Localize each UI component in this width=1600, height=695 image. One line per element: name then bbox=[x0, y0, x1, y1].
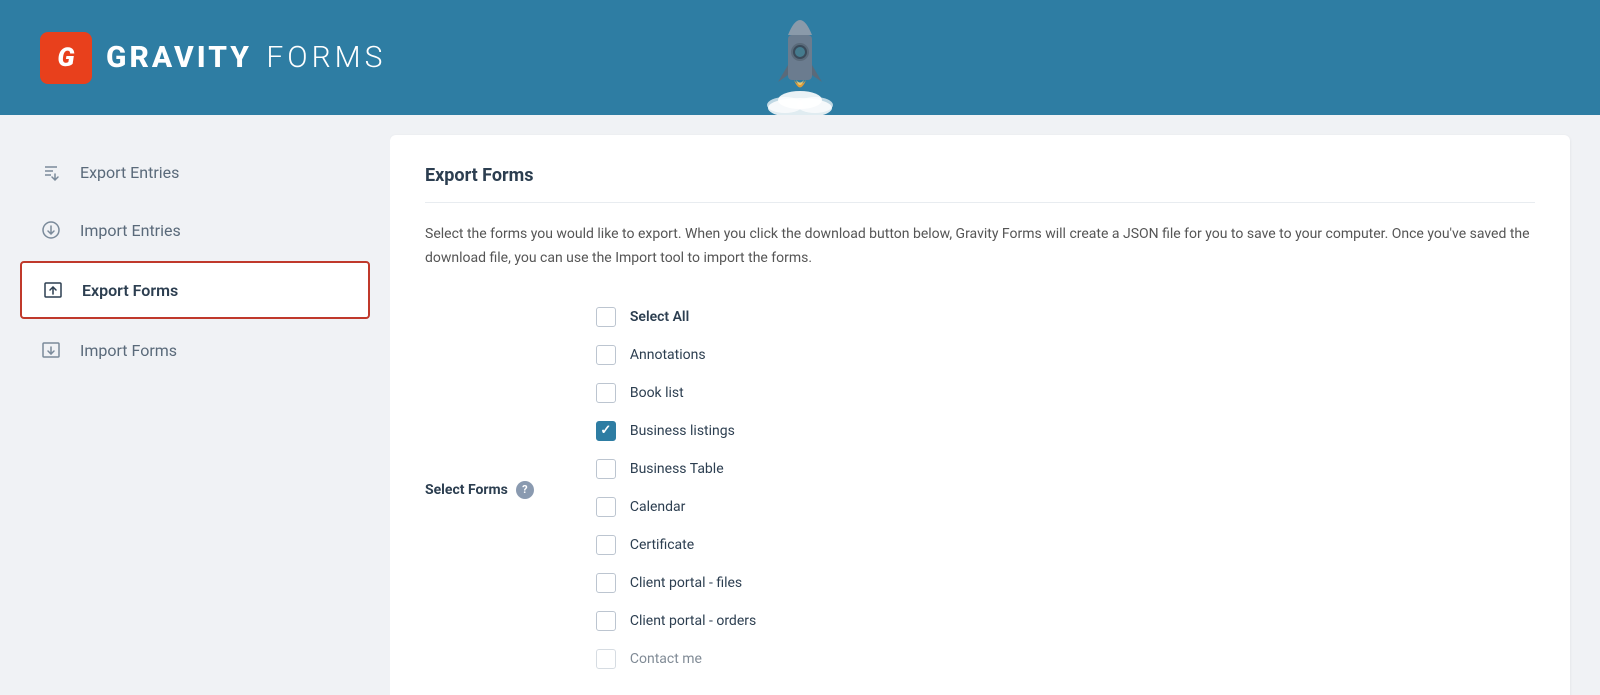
logo-icon: G bbox=[40, 32, 92, 84]
form-label-business-listings: Business listings bbox=[630, 423, 735, 439]
help-icon[interactable]: ? bbox=[516, 481, 534, 499]
checkbox-calendar[interactable] bbox=[596, 497, 616, 517]
form-item-certificate[interactable]: Certificate bbox=[594, 529, 758, 561]
checkbox-select-all[interactable] bbox=[596, 307, 616, 327]
checkbox-book-list[interactable] bbox=[596, 383, 616, 403]
form-label-calendar: Calendar bbox=[630, 499, 686, 515]
form-item-client-portal-files[interactable]: Client portal - files bbox=[594, 567, 758, 599]
import-forms-icon bbox=[40, 339, 62, 361]
sidebar: Export Entries Import Entries Export For… bbox=[0, 115, 390, 695]
logo-text: GRAVITY FORMS bbox=[106, 40, 386, 75]
sidebar-item-export-forms[interactable]: Export Forms bbox=[20, 261, 370, 319]
sidebar-label-export-forms: Export Forms bbox=[82, 281, 178, 300]
sidebar-item-import-entries[interactable]: Import Entries bbox=[20, 203, 370, 257]
checkbox-business-listings[interactable] bbox=[596, 421, 616, 441]
checkbox-client-portal-files[interactable] bbox=[596, 573, 616, 593]
content-panel: Export Forms Select the forms you would … bbox=[390, 135, 1570, 695]
checkbox-certificate[interactable] bbox=[596, 535, 616, 555]
export-entries-icon bbox=[40, 161, 62, 183]
form-item-client-portal-orders[interactable]: Client portal - orders bbox=[594, 605, 758, 637]
form-label-certificate: Certificate bbox=[630, 537, 694, 553]
forms-list: Select All Annotations Book list bbox=[594, 301, 758, 675]
logo-light: FORMS bbox=[266, 40, 386, 75]
select-forms-section: Select Forms ? Select All Annotations bbox=[425, 301, 1535, 675]
main-layout: Export Entries Import Entries Export For… bbox=[0, 115, 1600, 695]
sidebar-label-import-forms: Import Forms bbox=[80, 341, 177, 360]
rocket-svg bbox=[750, 0, 850, 115]
select-forms-label: Select Forms ? bbox=[425, 301, 534, 675]
import-entries-icon bbox=[40, 219, 62, 241]
form-item-annotations[interactable]: Annotations bbox=[594, 339, 758, 371]
sidebar-item-import-forms[interactable]: Import Forms bbox=[20, 323, 370, 377]
rocket-illustration bbox=[720, 0, 880, 115]
form-item-calendar[interactable]: Calendar bbox=[594, 491, 758, 523]
form-label-client-portal-orders: Client portal - orders bbox=[630, 613, 756, 629]
form-item-select-all[interactable]: Select All bbox=[594, 301, 758, 333]
form-label-client-portal-files: Client portal - files bbox=[630, 575, 742, 591]
checkbox-annotations[interactable] bbox=[596, 345, 616, 365]
app-header: G GRAVITY FORMS bbox=[0, 0, 1600, 115]
form-label-contact-me: Contact me bbox=[630, 651, 702, 667]
form-label-business-table: Business Table bbox=[630, 461, 724, 477]
form-label-book-list: Book list bbox=[630, 385, 684, 401]
checkbox-business-table[interactable] bbox=[596, 459, 616, 479]
panel-title: Export Forms bbox=[425, 165, 1535, 203]
form-item-contact-me[interactable]: Contact me bbox=[594, 643, 758, 675]
form-item-business-table[interactable]: Business Table bbox=[594, 453, 758, 485]
logo-area: G GRAVITY FORMS bbox=[40, 32, 386, 84]
logo-bold: GRAVITY bbox=[106, 40, 252, 75]
form-item-book-list[interactable]: Book list bbox=[594, 377, 758, 409]
description-text: Select the forms you would like to expor… bbox=[425, 223, 1535, 271]
sidebar-label-export-entries: Export Entries bbox=[80, 163, 179, 182]
export-forms-icon bbox=[42, 279, 64, 301]
checkbox-contact-me[interactable] bbox=[596, 649, 616, 669]
content-area: Export Forms Select the forms you would … bbox=[390, 115, 1600, 695]
form-item-business-listings[interactable]: Business listings bbox=[594, 415, 758, 447]
sidebar-item-export-entries[interactable]: Export Entries bbox=[20, 145, 370, 199]
sidebar-label-import-entries: Import Entries bbox=[80, 221, 181, 240]
form-label-select-all: Select All bbox=[630, 309, 689, 325]
checkbox-client-portal-orders[interactable] bbox=[596, 611, 616, 631]
form-label-annotations: Annotations bbox=[630, 347, 706, 363]
